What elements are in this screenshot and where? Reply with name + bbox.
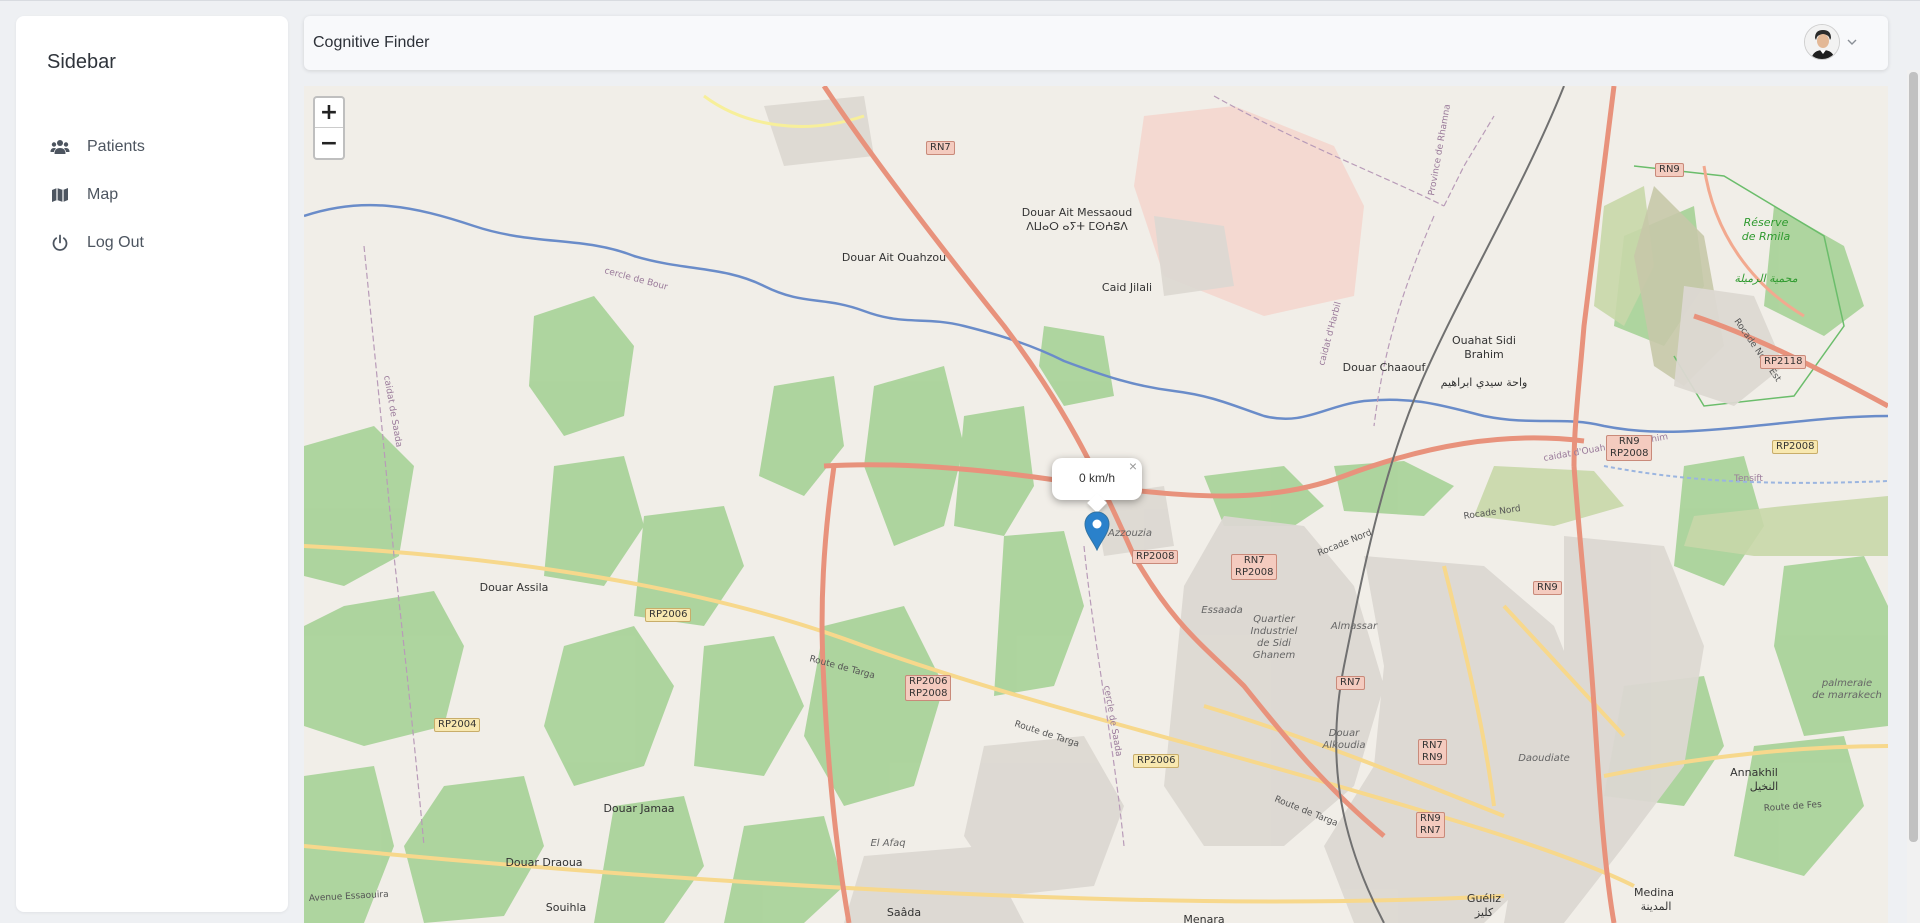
sidebar-item-map[interactable]: Map [16,171,288,219]
sidebar-nav: Patients Map Log Out [16,123,288,267]
avatar[interactable] [1804,24,1840,60]
location-marker-icon[interactable] [1084,511,1110,551]
sidebar-title: Sidebar [47,51,116,73]
map-view[interactable]: Douar Ait Messaoud ⴷⵡⴰⵔ ⴰⵢⵜ ⵎⵙⵄⵓⴷ Douar … [304,86,1888,923]
sidebar-item-logout[interactable]: Log Out [16,219,288,267]
zoom-out-button[interactable]: − [315,128,343,158]
zoom-control: + − [313,96,345,160]
sidebar-item-patients[interactable]: Patients [16,123,288,171]
zoom-in-button[interactable]: + [315,98,343,128]
power-icon [49,232,71,254]
top-border [0,0,1920,1]
user-menu[interactable] [1804,24,1858,60]
sidebar-item-label: Map [87,186,119,203]
speed-popup: 0 km/h × [1052,458,1142,513]
sidebar-item-label: Log Out [87,234,144,251]
popup-close-button[interactable]: × [1129,458,1137,474]
map-icon [49,184,71,206]
sidebar: Sidebar Patients Map Log Out [16,16,288,912]
sidebar-item-label: Patients [87,138,145,155]
page-scrollbar-thumb[interactable] [1909,72,1918,842]
chevron-down-icon[interactable] [1846,36,1858,48]
top-navbar: Cognitive Finder [304,16,1888,70]
users-icon [49,136,71,158]
app-title: Cognitive Finder [313,34,430,51]
